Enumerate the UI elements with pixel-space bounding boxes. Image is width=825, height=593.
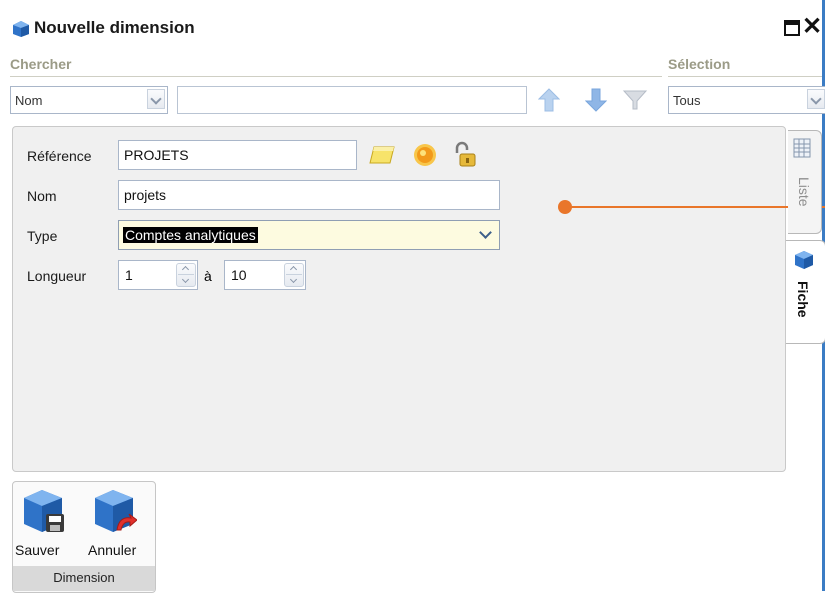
filter-icon[interactable] <box>622 88 648 112</box>
save-button-label: Sauver <box>15 542 60 558</box>
window-title: Nouvelle dimension <box>34 18 195 37</box>
arrow-down-icon[interactable] <box>585 87 607 113</box>
longueur-min-value: 1 <box>125 267 133 283</box>
divider <box>668 76 822 77</box>
grid-icon <box>793 138 811 158</box>
selection-select[interactable]: Tous <box>668 86 825 114</box>
toolbar-group-label: Dimension <box>53 570 115 585</box>
unlock-icon[interactable] <box>452 141 478 169</box>
reference-label: Référence <box>27 148 92 164</box>
cancel-button-label: Annuler <box>88 542 137 558</box>
search-field-select-value: Nom <box>15 93 43 108</box>
divider <box>178 274 194 275</box>
longueur-max-stepper[interactable]: 10 <box>224 260 306 290</box>
longueur-label: Longueur <box>27 268 87 284</box>
save-icon <box>24 490 64 532</box>
nom-input[interactable]: projets <box>118 180 500 210</box>
close-button[interactable]: ✕ <box>802 14 822 40</box>
chevron-down-icon[interactable] <box>807 89 825 109</box>
spinner-icon[interactable] <box>176 263 196 287</box>
undo-icon <box>95 490 137 532</box>
annotation-dot <box>558 200 572 214</box>
nom-label: Nom <box>27 188 57 204</box>
divider <box>286 274 302 275</box>
search-input[interactable] <box>177 86 527 114</box>
type-select[interactable]: Comptes analytiques <box>118 220 500 250</box>
maximize-button[interactable] <box>784 20 800 36</box>
arrow-up-icon[interactable] <box>538 87 560 113</box>
longueur-min-stepper[interactable]: 1 <box>118 260 198 290</box>
chevron-down-icon[interactable] <box>476 225 496 245</box>
search-section-label: Chercher <box>10 56 72 72</box>
note-icon[interactable] <box>368 144 396 166</box>
search-field-select[interactable]: Nom <box>10 86 168 114</box>
type-label: Type <box>27 228 58 244</box>
nom-input-value: projets <box>124 187 167 203</box>
range-separator-label: à <box>204 268 212 284</box>
tab-fiche-label: Fiche <box>795 281 811 318</box>
reference-input[interactable]: PROJETS <box>118 140 357 170</box>
annotation-line <box>571 206 825 208</box>
selection-section-label: Sélection <box>668 56 731 72</box>
selection-select-value: Tous <box>673 93 701 108</box>
cube-icon <box>13 21 29 37</box>
tab-liste-label: Liste <box>796 177 812 207</box>
chevron-down-icon[interactable] <box>147 89 165 109</box>
divider <box>10 76 662 77</box>
type-select-value: Comptes analytiques <box>123 227 258 243</box>
sun-icon[interactable] <box>412 142 438 168</box>
cube-icon <box>795 251 813 269</box>
longueur-max-value: 10 <box>231 267 247 283</box>
reference-input-value: PROJETS <box>124 147 189 163</box>
form-panel <box>12 126 786 472</box>
spinner-icon[interactable] <box>284 263 304 287</box>
